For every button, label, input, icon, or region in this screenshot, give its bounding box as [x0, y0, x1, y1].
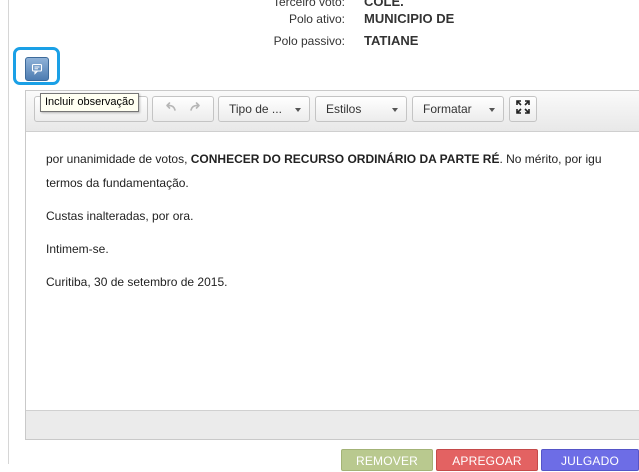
- redo-button[interactable]: [185, 97, 207, 121]
- decision-text-suffix: . No mérito, por igu: [499, 152, 602, 166]
- document-paragraph-decision-cont: termos da fundamentação.: [46, 176, 189, 190]
- undo-button[interactable]: [159, 97, 181, 121]
- document-paragraph-costs: Custas inalteradas, por ora.: [46, 209, 194, 223]
- decision-text-bold: CONHECER DO RECURSO ORDINÁRIO DA PARTE R…: [190, 152, 500, 166]
- block-type-dropdown[interactable]: Tipo de ...: [218, 96, 310, 122]
- format-dropdown[interactable]: Formatar: [412, 96, 504, 122]
- meta-row-polo-ativo: Polo ativo:: [0, 11, 345, 27]
- editor-content-area[interactable]: por unanimidade de votos, CONHECER DO RE…: [26, 132, 639, 410]
- observation-tooltip: Incluir observação: [40, 93, 140, 112]
- meta-row-terceiro-voto: Terceiro voto:: [0, 0, 345, 10]
- meta-value-polo-passivo: TATIANE: [364, 33, 419, 48]
- remove-button[interactable]: REMOVER: [341, 449, 433, 471]
- history-button-group: [152, 96, 214, 122]
- fullscreen-icon: [516, 99, 530, 119]
- fullscreen-button[interactable]: [509, 96, 537, 122]
- document-paragraph-intimem: Intimem-se.: [46, 242, 109, 256]
- styles-label: Estilos: [326, 102, 362, 116]
- document-paragraph-date: Curitiba, 30 de setembro de 2015.: [46, 275, 228, 289]
- pregoar-button[interactable]: APREGOAR: [436, 449, 538, 471]
- format-label: Formatar: [423, 102, 472, 116]
- styles-dropdown[interactable]: Estilos: [315, 96, 407, 122]
- chevron-down-icon: [489, 108, 495, 112]
- meta-label-polo-passivo: Polo passivo:: [273, 34, 345, 48]
- fullscreen-button-inner: [512, 97, 534, 121]
- undo-icon: [163, 100, 177, 118]
- meta-label-polo-ativo: Polo ativo:: [288, 12, 345, 26]
- document-paragraph-decision: por unanimidade de votos, CONHECER DO RE…: [46, 148, 602, 170]
- comment-icon: [31, 63, 43, 75]
- decision-text-prefix: por unanimidade de votos,: [46, 152, 191, 166]
- meta-value-polo-ativo: MUNICIPIO DE: [364, 11, 455, 26]
- meta-label-terceiro-voto: Terceiro voto:: [272, 0, 345, 9]
- chevron-down-icon: [392, 108, 398, 112]
- add-observation-button[interactable]: [25, 57, 49, 81]
- meta-value-terceiro-voto: COLE.: [364, 0, 404, 9]
- block-type-label: Tipo de ...: [229, 102, 282, 116]
- julgado-button[interactable]: JULGADO: [541, 449, 639, 471]
- rich-text-editor: Tipo de ... Estilos Formatar por unanimi…: [25, 90, 639, 440]
- chevron-down-icon: [295, 108, 301, 112]
- redo-icon: [189, 100, 203, 118]
- panel-left-border: [8, 0, 9, 464]
- editor-statusbar: [26, 410, 639, 439]
